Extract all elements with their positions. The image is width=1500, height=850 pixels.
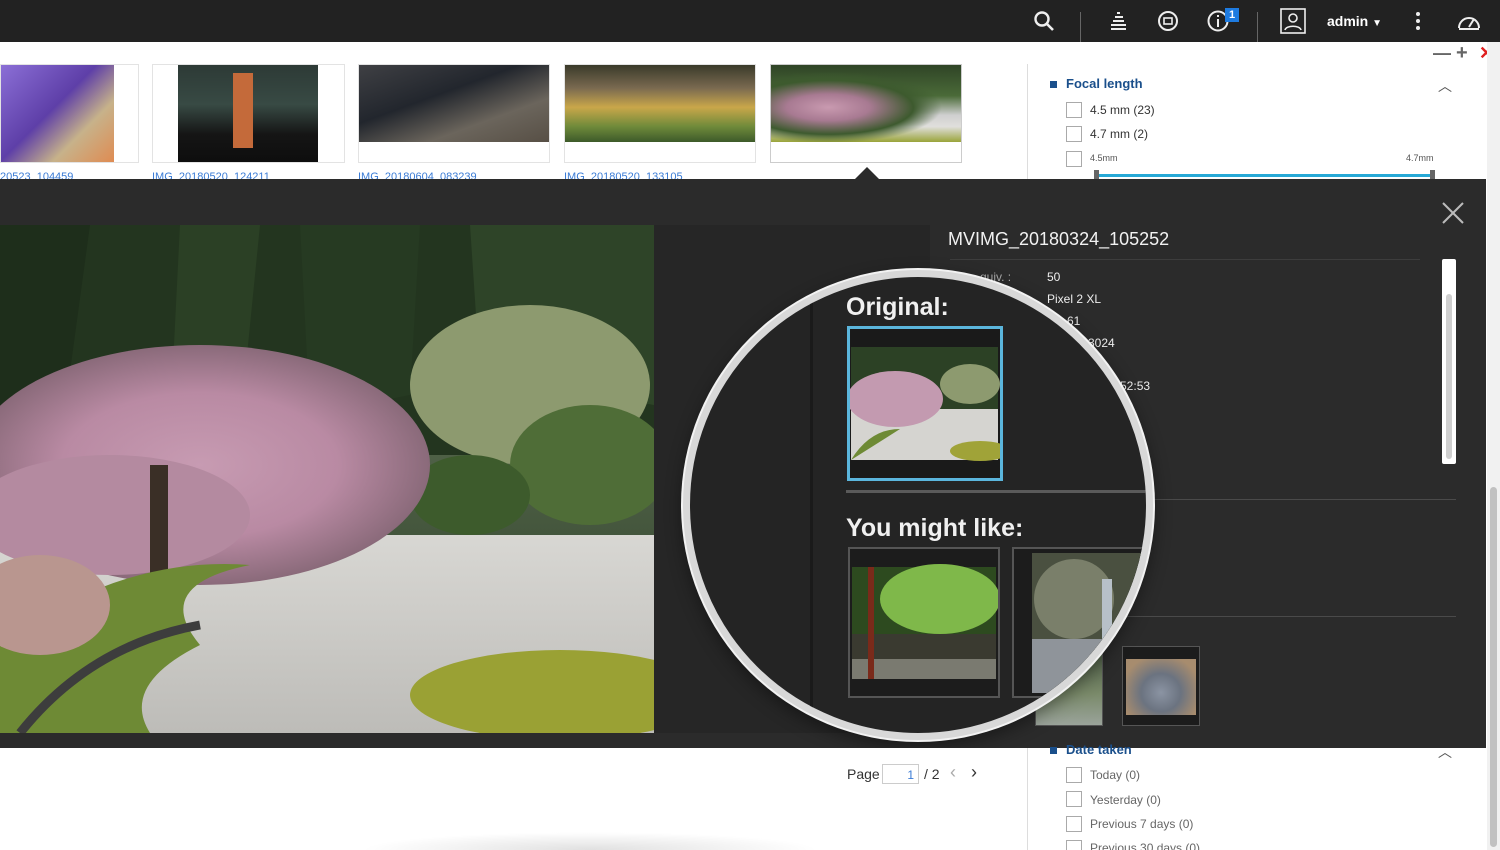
topbar-divider	[1257, 12, 1258, 42]
search-icon[interactable]	[1031, 8, 1057, 34]
username: admin	[1327, 13, 1369, 29]
focal-4-5-checkbox[interactable]	[1066, 102, 1082, 118]
page-number-input[interactable]: 1	[882, 764, 919, 784]
thumbnail-image	[565, 65, 755, 142]
date-30days-checkbox[interactable]	[1066, 840, 1082, 850]
prev-page-icon[interactable]: ‹	[950, 762, 956, 783]
chevron-down-icon: ▼	[1372, 18, 1383, 29]
focal-4-7-checkbox[interactable]	[1066, 126, 1082, 142]
thumbnail-card-selected[interactable]	[770, 64, 962, 163]
info-scrollbar-track[interactable]	[1442, 259, 1456, 464]
selection-pointer	[855, 167, 879, 179]
date-today-checkbox[interactable]	[1066, 767, 1082, 783]
range-slider-track[interactable]	[1096, 174, 1434, 177]
gallery-footer: Page 1 / 2 ‹ ›	[0, 748, 1027, 850]
date-yesterday-checkbox[interactable]	[1066, 791, 1082, 807]
slider-min-label: 4.5mm	[1090, 153, 1118, 163]
recommendation-thumbnail[interactable]	[848, 547, 1000, 698]
collapse-chevron-icon[interactable]: ︿	[1438, 742, 1452, 762]
thumbnail-card[interactable]	[358, 64, 550, 163]
date-filter-panel: Date taken ︿ Today (0) Yesterday (0) Pre…	[1027, 742, 1487, 850]
thumbnail-image	[1, 65, 114, 162]
focal-length-heading: Focal length	[1066, 76, 1143, 91]
user-menu[interactable]: admin ▼	[1327, 13, 1382, 29]
footer-shadow	[360, 832, 820, 850]
topbar-divider	[1080, 12, 1081, 42]
original-heading: Original:	[846, 293, 949, 321]
info-scrollbar-thumb[interactable]	[1446, 294, 1452, 459]
thumbnail-image	[771, 65, 961, 142]
top-bar: 1 admin ▼	[0, 0, 1500, 42]
panel-divider	[810, 277, 813, 733]
original-thumbnail[interactable]	[847, 326, 1003, 481]
magnifier-divider	[846, 490, 1146, 493]
info-value-focal-equiv: 50	[1047, 270, 1061, 284]
notification-badge: 1	[1225, 8, 1239, 22]
user-icon[interactable]	[1280, 8, 1306, 34]
sync-icon[interactable]	[1155, 8, 1181, 34]
thumbnail-card[interactable]	[0, 64, 139, 163]
thumbnail-image	[178, 65, 318, 162]
close-viewer-icon[interactable]	[1440, 200, 1466, 226]
bullet-icon	[1050, 747, 1057, 754]
dashboard-icon[interactable]	[1456, 8, 1482, 34]
thumbnail-card[interactable]	[152, 64, 345, 163]
focal-range-checkbox[interactable]	[1066, 151, 1082, 167]
magnifier-callout: Original: You might like:	[683, 270, 1153, 740]
next-page-icon[interactable]: ›	[971, 762, 977, 783]
collapse-chevron-icon[interactable]: ︿	[1438, 76, 1452, 96]
photo-title: MVIMG_20180324_105252	[948, 229, 1170, 249]
bullet-icon	[1050, 81, 1057, 88]
minimize-button[interactable]: —	[1433, 44, 1451, 62]
date-yesterday-label: Yesterday (0)	[1090, 793, 1161, 807]
page-total: / 2	[924, 766, 940, 782]
thumbnail-card[interactable]	[564, 64, 756, 163]
tasks-icon[interactable]	[1105, 8, 1131, 34]
recommendation-thumbnail[interactable]	[1012, 547, 1146, 698]
info-value-camera: Pixel 2 XL	[1047, 292, 1102, 306]
filter-panel: Focal length ︿ 4.5 mm (23) 4.7 mm (2) 4.…	[1027, 64, 1487, 180]
window-controls-bar	[0, 42, 1500, 64]
thumbnail-image	[359, 65, 549, 142]
you-might-like-heading: You might like:	[846, 514, 1024, 542]
main-photo	[0, 225, 654, 733]
focal-4-7-label: 4.7 mm (2)	[1090, 127, 1149, 141]
date-7days-checkbox[interactable]	[1066, 816, 1082, 832]
date-taken-heading: Date taken	[1066, 742, 1132, 757]
focal-4-5-label: 4.5 mm (23)	[1090, 103, 1155, 117]
date-7days-label: Previous 7 days (0)	[1090, 817, 1194, 831]
info-divider	[950, 259, 1420, 260]
date-30days-label: Previous 30 days (0)	[1090, 841, 1201, 850]
page-scrollbar[interactable]	[1487, 42, 1500, 850]
slider-max-label: 4.7mm	[1406, 153, 1434, 163]
maximize-button[interactable]: +	[1456, 43, 1468, 63]
date-today-label: Today (0)	[1090, 768, 1141, 782]
page-scrollbar-thumb[interactable]	[1490, 487, 1497, 847]
more-icon[interactable]	[1405, 8, 1431, 34]
page-label: Page	[847, 766, 880, 782]
